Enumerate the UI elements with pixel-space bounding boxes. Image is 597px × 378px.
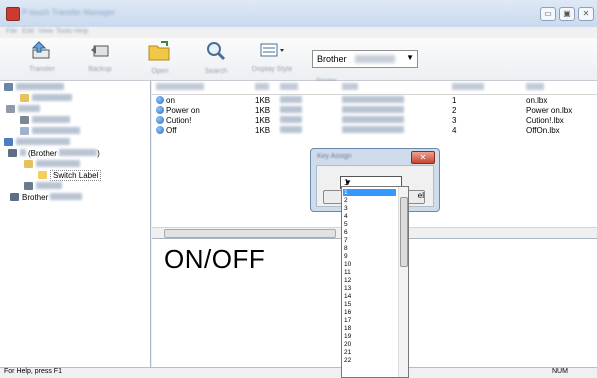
column-type[interactable] [280,83,298,90]
dropdown-option[interactable]: 17 [343,317,396,324]
search-icon [196,40,236,68]
window-title: P-touch Transfer Manager [22,8,115,17]
dropdown-option[interactable]: 1 [343,189,396,196]
label-file-icon [156,116,164,124]
tree-node-filter[interactable] [6,105,40,116]
tree-node-backups[interactable] [24,182,62,193]
dropdown-option[interactable]: 18 [343,325,396,332]
tree-node-switch-label[interactable]: Switch Label [38,170,102,182]
app-icon [6,7,20,21]
menu-bar: File Edit View Tools Help [0,27,597,38]
dropdown-option[interactable]: 22 [343,357,396,364]
backup-button[interactable]: Backup [76,40,124,78]
printer-icon [8,149,17,157]
folder-tree: (Brother ) Switch Label Brother [0,81,151,367]
minimize-button[interactable]: ▭ [540,7,556,21]
open-button[interactable]: Open [140,40,180,78]
maximize-button[interactable]: ▣ [559,7,575,21]
scrollbar-thumb[interactable] [164,229,336,238]
file-list-header [152,81,597,95]
library-icon [4,83,13,91]
dropdown-option[interactable]: 4 [343,213,396,220]
display-style-icon [246,40,298,66]
menu-tools[interactable]: Tools [56,28,72,36]
recycle-bin-icon [20,116,29,124]
label-file-icon [156,96,164,104]
dropdown-option[interactable]: 7 [343,237,396,244]
column-name[interactable] [526,83,544,90]
transfer-icon [4,138,13,146]
dropdown-option[interactable]: 9 [343,253,396,260]
open-folder-icon [140,40,180,68]
menu-edit[interactable]: Edit [22,28,34,36]
tree-node-transfer-manager[interactable] [4,138,70,149]
label-file-icon [156,126,164,134]
tree-node-recycle-bin[interactable] [20,116,70,127]
dropdown-option[interactable]: 10 [343,261,396,268]
dialog-title: Key Assign [317,153,352,160]
dropdown-option[interactable]: 16 [343,309,396,316]
folder-icon [20,94,29,102]
tree-node-printer[interactable]: (Brother ) [8,149,100,160]
status-num-indicator: NUM [552,368,568,375]
transfer-icon [18,40,66,66]
dialog-close-button[interactable]: ✕ [411,151,435,164]
dropdown-option[interactable]: 8 [343,245,396,252]
search-icon [20,127,29,135]
dropdown-option[interactable]: 21 [343,349,396,356]
folder-icon [38,171,47,179]
dropdown-option[interactable]: 6 [343,229,396,236]
dropdown-option[interactable]: 19 [343,333,396,340]
search-button[interactable]: Search [196,40,236,78]
printer-select[interactable]: Brother ▼ [312,50,418,68]
printer-icon [10,193,19,201]
dropdown-option[interactable]: 11 [343,269,396,276]
chevron-down-icon: ▼ [406,53,414,62]
dropdown-option[interactable]: 14 [343,293,396,300]
dropdown-scroll-thumb[interactable] [400,197,408,267]
dropdown-scrollbar[interactable] [398,187,408,377]
backup-icon [24,182,33,190]
close-button[interactable]: ✕ [578,7,594,21]
dropdown-option[interactable]: 12 [343,277,396,284]
toolbar: Transfer Backup Open Search Display Styl… [0,38,597,85]
preview-text: ON/OFF [164,244,266,274]
filter-icon [6,105,15,113]
transfer-button[interactable]: Transfer [18,40,66,78]
column-key-assign[interactable] [452,83,484,90]
menu-view[interactable]: View [38,28,53,36]
dropdown-option[interactable]: 2 [343,197,396,204]
column-size[interactable] [255,83,269,90]
tree-node-printer-2[interactable]: Brother [10,193,83,204]
menu-file[interactable]: File [6,28,17,36]
column-transfer-name[interactable] [156,83,204,90]
backup-icon [76,40,124,66]
title-bar: P-touch Transfer Manager ▭ ▣ ✕ [0,0,597,28]
tree-node-library[interactable] [4,83,64,94]
dropdown-option[interactable]: 5 [343,221,396,228]
column-date[interactable] [342,83,358,90]
display-style-button[interactable]: Display Style [246,40,298,78]
folder-icon [24,160,33,168]
status-help-text: For Help, press F1 [4,368,62,375]
menu-help[interactable]: Help [74,28,88,36]
label-file-icon [156,106,164,114]
dropdown-option[interactable]: 20 [343,341,396,348]
tree-node-all-contents[interactable] [20,94,72,105]
tree-node-search-results[interactable] [20,127,80,138]
dropdown-option[interactable]: 3 [343,205,396,212]
dropdown-option[interactable]: 15 [343,301,396,308]
key-dropdown-list[interactable]: 1 2 3 4 5 6 7 8 9 10 11 12 13 14 15 16 1… [341,186,409,378]
dropdown-option[interactable]: 13 [343,285,396,292]
